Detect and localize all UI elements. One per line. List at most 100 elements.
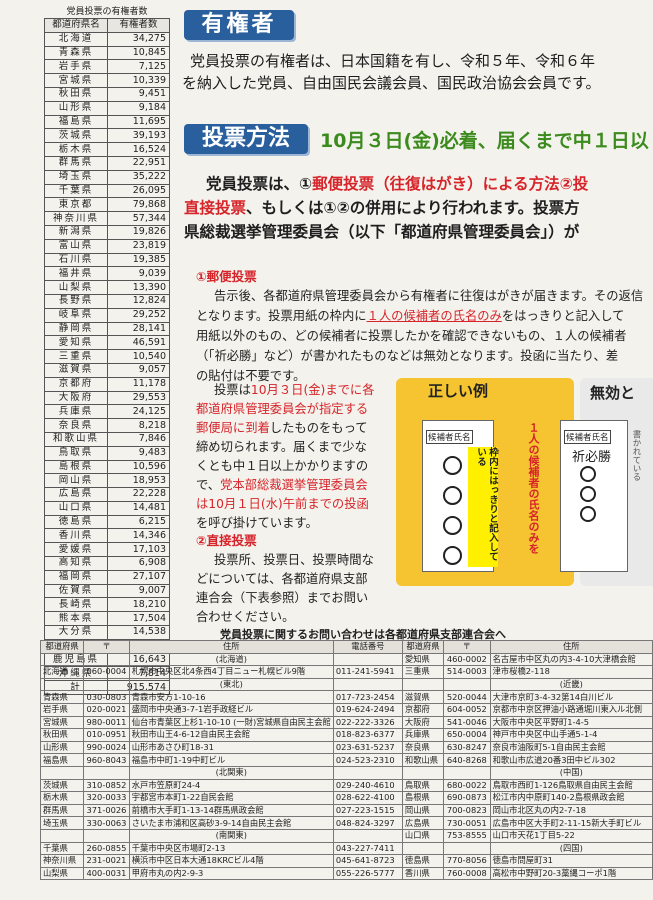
contact-cell: 松江市内中原町140-2島根県政会館 — [489, 791, 653, 805]
voter-prefecture: 宮城県 — [44, 73, 108, 88]
contact-cell: 愛知県 — [401, 652, 445, 667]
voter-row: 神奈川県 57,344 — [44, 211, 170, 226]
contact-cell: 541-0046 — [443, 715, 491, 730]
contacts-header-row: 都道府県 〒 住所 電話番号 都道府県 〒 住所 — [39, 640, 653, 654]
voter-count: 28,141 — [107, 321, 170, 337]
contact-cell: 岡山県 — [401, 803, 445, 818]
voter-prefecture: 愛知県 — [44, 335, 108, 351]
voter-row: 大分県 14,538 — [44, 625, 170, 640]
contact-cell: 三重県 — [401, 665, 445, 679]
voter-row: 山形県 9,184 — [44, 100, 170, 116]
circle-mark — [443, 456, 462, 475]
voter-prefecture: 埼玉県 — [44, 169, 108, 185]
contact-row: (北関東) (中国) — [39, 765, 653, 780]
contact-row: 福島県 960-8043 福島市中町1-19中町ビル 024-523-2310 和歌山県… — [39, 753, 653, 767]
invalid-written-text: 祈必勝 — [572, 450, 612, 465]
contact-cell: 045-641-8723 — [332, 854, 403, 868]
eligible-text-line1: 党員投票の有権者は、日本国籍を有し、令和５年、令和６年 — [190, 52, 596, 70]
contact-cell: 広島市中区大手町2-11-15新大手町ビル — [489, 816, 653, 830]
voter-prefecture: 千葉県 — [44, 183, 108, 199]
voter-row: 岐阜県 29,252 — [44, 307, 170, 323]
contact-row: (北海道) 愛知県 460-0002 名古屋市中区丸の内3-4-10大津橋会館 — [39, 652, 653, 667]
contact-cell — [39, 677, 85, 692]
deadline-d2: 都道府県管理委員会が指定する — [196, 402, 369, 416]
contact-cell: 兵庫県 — [401, 728, 445, 742]
voter-count: 34,275 — [107, 31, 170, 47]
voter-count: 10,339 — [107, 73, 170, 88]
contact-cell: 千葉県 — [39, 841, 85, 856]
contact-cell: 山形県 — [39, 740, 85, 755]
deadline-tagline: 10月３日(金)必着、届くまで中１日以 — [320, 130, 649, 152]
contact-cell: 仙台市青葉区上杉1-10-10 (一財)宮城県自由民主会館 — [128, 715, 334, 730]
voter-prefecture: 鳥取県 — [44, 445, 108, 461]
contact-cell: 022-222-3326 — [332, 715, 403, 730]
voter-row: 島根県 10,596 — [44, 459, 170, 475]
contact-cell: 960-8043 — [83, 753, 130, 767]
voter-count: 17,504 — [107, 611, 170, 627]
contact-cell: 690-0873 — [443, 791, 491, 805]
postal-p4: （「祈必勝」など）が書かれたものなどは無効となります。投函に当たり、差 — [196, 349, 619, 363]
contact-cell: 青森県 — [39, 690, 85, 704]
contact-cell: 奈良県 — [401, 740, 445, 755]
voter-row: 香川県 14,346 — [44, 528, 170, 544]
voter-count: 79,868 — [107, 197, 170, 213]
contact-row: 山梨県 400-0031 甲府市丸の内2-9-3 055-226-5777 香川県 760… — [39, 866, 653, 881]
contact-cell: 310-0852 — [83, 778, 130, 793]
voter-count: 9,057 — [107, 362, 170, 378]
voter-count: 7,125 — [107, 59, 170, 75]
voter-count: 39,193 — [107, 128, 170, 144]
voter-count: 9,483 — [107, 445, 170, 461]
contact-cell: 和歌山県 — [401, 753, 445, 767]
contact-cell: 680-0022 — [443, 778, 491, 793]
voter-count: 29,553 — [107, 390, 170, 406]
invalid-example-title: 無効と — [590, 384, 636, 402]
voter-prefecture: 東京都 — [44, 197, 108, 213]
contact-cell — [401, 841, 445, 856]
voter-prefecture: 奈良県 — [44, 418, 108, 433]
voter-prefecture: 長崎県 — [44, 597, 108, 613]
contact-cell — [401, 677, 445, 692]
postal-p3: 用紙以外のもの、どの候補者に投票したかを確認できないもの、１人の候補者 — [196, 329, 627, 343]
contact-cell: 札幌市中央区北4条西4丁目ニュー札幌ビル9階 — [128, 665, 334, 679]
voter-row: 長野県 12,824 — [44, 293, 170, 309]
contact-cell: 大阪市中央区平野町1-4-5 — [489, 715, 653, 730]
voter-prefecture: 石川県 — [44, 252, 108, 268]
col-prefecture: 都道府県 — [39, 640, 85, 654]
direct-p2: どについては、各都道府県支部 — [196, 572, 368, 586]
contact-cell — [83, 765, 130, 780]
voter-count: 29,252 — [107, 307, 170, 323]
contact-cell — [443, 841, 491, 856]
voter-row: 山口県 14,481 — [44, 500, 170, 516]
contact-cell: (近畿) — [489, 677, 653, 692]
direct-p3: 連合会（下表参照）までお問い — [196, 591, 369, 605]
contact-cell: 神戸市中央区中山手通5-1-4 — [489, 728, 653, 742]
voter-count: 19,826 — [107, 224, 170, 240]
deadline-d4: 締め切られます。届くまで少な — [196, 440, 367, 454]
contact-cell: 福島市中町1-19中町ビル — [128, 753, 334, 767]
voter-row: 東京都 79,868 — [44, 197, 170, 213]
voter-count: 19,385 — [107, 252, 170, 268]
contact-row: 栃木県 320-0033 宇都宮市本町1-22自民会館 028-622-4100 島根県… — [39, 791, 653, 805]
voter-count: 14,538 — [107, 625, 170, 640]
contact-cell: 奈良市油阪町5-1自由民主会館 — [489, 740, 653, 755]
voter-count: 11,178 — [107, 376, 170, 392]
voter-prefecture: 新潟県 — [44, 224, 108, 240]
voter-prefecture: 和歌山県 — [44, 431, 108, 447]
contact-cell: 011-241-5941 — [332, 665, 403, 679]
correct-note-red: １人の候補者の氏名のみを — [527, 422, 540, 554]
contact-cell: 650-0004 — [443, 728, 491, 742]
contact-cell: 371-0026 — [83, 803, 130, 818]
contact-cell: (南関東) — [128, 828, 334, 843]
contact-cell: 023-631-5237 — [332, 740, 403, 755]
contact-cell: 231-0021 — [83, 854, 130, 868]
voter-prefecture: 福井県 — [44, 266, 108, 282]
contact-cell: 神奈川県 — [39, 854, 85, 868]
contact-cell: 760-0008 — [443, 866, 491, 881]
voter-row: 三重県 10,540 — [44, 349, 170, 364]
voter-prefecture: 群馬県 — [44, 155, 108, 171]
deadline-d8: を呼び掛けています。 — [196, 516, 318, 530]
voter-count: 27,107 — [107, 569, 170, 585]
contact-cell: 山口市天花1丁目5-22 — [489, 828, 653, 843]
voter-prefecture: 兵庫県 — [44, 404, 108, 420]
voter-prefecture: 山梨県 — [44, 280, 108, 295]
